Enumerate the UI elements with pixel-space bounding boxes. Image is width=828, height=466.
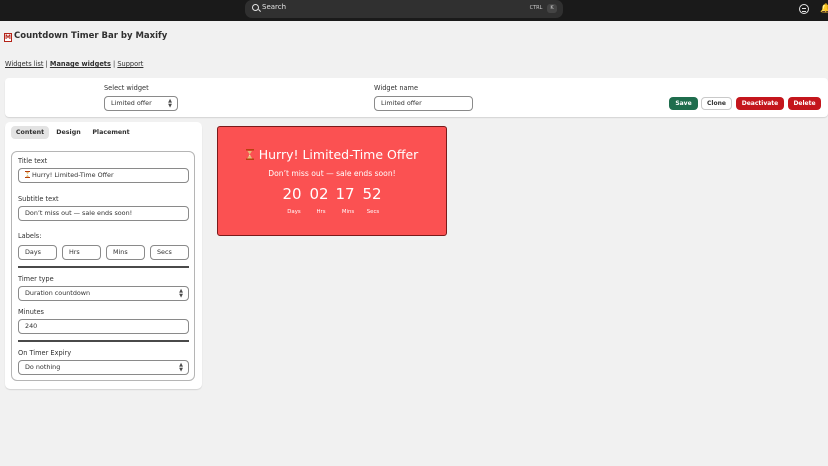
timer-type-label: Timer type <box>18 275 54 283</box>
countdown-mins-label: Mins <box>341 209 355 215</box>
select-chevron-icon: ▲ ▼ <box>168 98 172 109</box>
minutes-label: Minutes <box>18 308 44 316</box>
countdown-hrs-value: 02 <box>309 185 329 203</box>
title-text-value: Hurry! Limited-Time Offer <box>32 171 114 179</box>
select-chevron-icon: ▲ ▼ <box>179 288 183 299</box>
delete-button[interactable]: Delete <box>788 97 821 110</box>
nav-separator: | <box>45 60 48 68</box>
shortcut-ctrl: CTRL <box>529 5 543 11</box>
app-title-text: Countdown Timer Bar by Maxify <box>14 31 168 41</box>
top-bar: Search CTRL K 🔔 <box>0 0 828 21</box>
search-bar[interactable]: Search CTRL K <box>245 0 563 18</box>
select-widget-label: Select widget <box>104 84 149 92</box>
shortcut-k: K <box>547 4 557 13</box>
title-text-label: Title text <box>18 157 48 165</box>
countdown-days-value: 20 <box>282 185 302 203</box>
on-timer-expiry-value: Do nothing <box>25 363 61 371</box>
nav-separator: | <box>112 60 116 68</box>
nav-widgets-list[interactable]: Widgets list <box>5 60 43 68</box>
countdown-hrs-label: Hrs <box>316 209 326 215</box>
widget-name-value: Limited offer <box>381 99 422 107</box>
hourglass-icon <box>25 171 30 178</box>
tab-design[interactable]: Design <box>52 126 85 139</box>
select-widget-dropdown[interactable]: Limited offer ▲ ▼ <box>104 96 178 111</box>
preview-title: Hurry! Limited-Time Offer <box>218 147 446 162</box>
timer-type-value: Duration countdown <box>25 289 91 297</box>
title-text-input[interactable]: Hurry! Limited-Time Offer <box>18 168 189 183</box>
subtitle-text-label: Subtitle text <box>18 195 59 203</box>
save-button[interactable]: Save <box>669 97 698 110</box>
divider <box>18 340 189 342</box>
label-hrs-input[interactable]: Hrs <box>62 245 101 260</box>
countdown-preview: Hurry! Limited-Time Offer Don’t miss out… <box>217 126 447 236</box>
label-secs-input[interactable]: Secs <box>150 245 189 260</box>
app-logo-icon: M <box>4 33 12 42</box>
subtitle-text-value: Don’t miss out — sale ends soon! <box>25 209 133 217</box>
nav-manage-widgets[interactable]: Manage widgets <box>50 60 111 68</box>
search-placeholder: Search <box>262 3 287 11</box>
page-title: M Countdown Timer Bar by Maxify <box>4 31 167 42</box>
widget-name-label: Widget name <box>374 84 419 92</box>
minutes-value: 240 <box>25 322 38 330</box>
countdown-secs-value: 52 <box>362 185 382 203</box>
preview-title-text: Hurry! Limited-Time Offer <box>258 147 419 162</box>
tab-content[interactable]: Content <box>11 126 49 139</box>
label-days-input[interactable]: Days <box>18 245 57 260</box>
preview-subtitle: Don’t miss out — sale ends soon! <box>268 169 396 178</box>
clone-button[interactable]: Clone <box>701 97 732 110</box>
tab-placement[interactable]: Placement <box>88 126 134 139</box>
labels-label: Labels: <box>18 232 42 240</box>
countdown-mins-value: 17 <box>335 185 355 203</box>
select-chevron-icon: ▲ ▼ <box>179 362 183 373</box>
divider <box>18 266 189 268</box>
countdown-days-label: Days <box>287 209 301 215</box>
label-mins-input[interactable]: Mins <box>106 245 145 260</box>
select-widget-value: Limited offer <box>111 99 152 107</box>
bell-icon[interactable]: 🔔 <box>820 4 828 14</box>
countdown-secs-label: Secs <box>366 209 380 215</box>
widget-name-input[interactable]: Limited offer <box>374 96 473 111</box>
on-timer-expiry-label: On Timer Expiry <box>18 349 72 357</box>
deactivate-button[interactable]: Deactivate <box>736 97 784 110</box>
hourglass-icon <box>245 149 254 160</box>
search-icon <box>252 4 259 11</box>
nav-support[interactable]: Support <box>117 60 143 68</box>
minutes-input[interactable]: 240 <box>18 319 189 334</box>
subtitle-text-input[interactable]: Don’t miss out — sale ends soon! <box>18 206 189 221</box>
on-timer-expiry-select[interactable]: Do nothing ▲ ▼ <box>18 360 189 375</box>
timer-type-select[interactable]: Duration countdown ▲ ▼ <box>18 286 189 301</box>
navigation-links: Widgets list | Manage widgets | Support <box>5 60 143 68</box>
apps-icon[interactable] <box>799 4 809 14</box>
